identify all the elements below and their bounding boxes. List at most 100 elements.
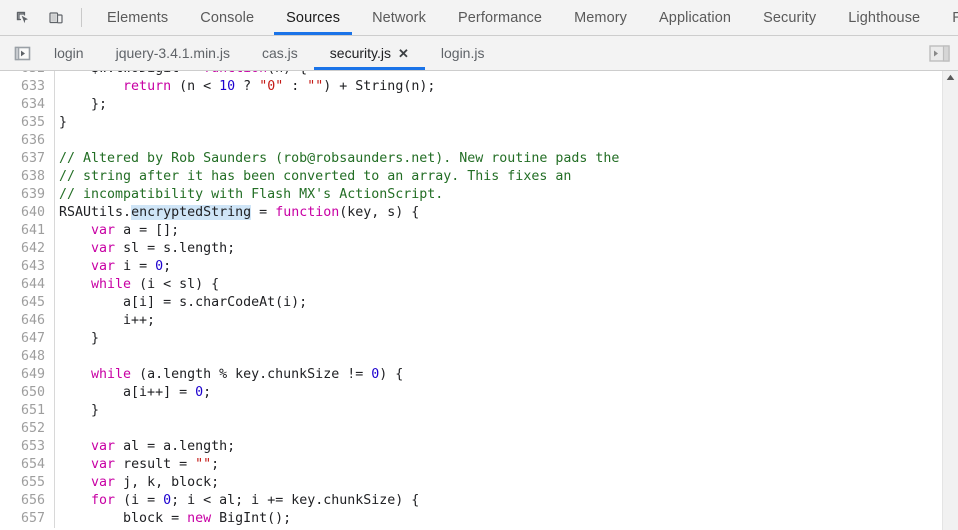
- line-number[interactable]: 636: [0, 132, 55, 150]
- line-text[interactable]: var result = "";: [55, 456, 219, 474]
- line-number[interactable]: 648: [0, 348, 55, 366]
- code-line: 650 a[i++] = 0;: [0, 384, 942, 402]
- line-text[interactable]: a[i++] = 0;: [55, 384, 211, 402]
- line-number[interactable]: 637: [0, 150, 55, 168]
- line-text[interactable]: [55, 348, 59, 366]
- device-toolbar-icon[interactable]: [42, 5, 69, 31]
- line-number[interactable]: 639: [0, 186, 55, 204]
- line-text[interactable]: return (n < 10 ? "0" : "") + String(n);: [55, 78, 435, 96]
- line-number[interactable]: 646: [0, 312, 55, 330]
- line-number[interactable]: 647: [0, 330, 55, 348]
- line-number[interactable]: 652: [0, 420, 55, 438]
- tab-sources[interactable]: Sources: [270, 0, 356, 35]
- line-text[interactable]: [55, 132, 59, 150]
- more-tabs-icon[interactable]: [929, 36, 958, 70]
- selected-token: encryptedString: [131, 205, 252, 220]
- code-token: function: [275, 205, 340, 220]
- tab-performance-label: Performance: [457, 9, 543, 26]
- line-number[interactable]: 632: [0, 71, 55, 78]
- tab-memory[interactable]: Memory: [558, 0, 643, 35]
- line-text[interactable]: [55, 420, 59, 438]
- line-text[interactable]: i++;: [55, 312, 155, 330]
- line-text[interactable]: var a = [];: [55, 222, 179, 240]
- code-token: 0: [155, 259, 164, 274]
- tab-recorder[interactable]: Re: [936, 0, 958, 35]
- code-token: while: [91, 277, 132, 292]
- line-number[interactable]: 642: [0, 240, 55, 258]
- code-line: 648: [0, 348, 942, 366]
- code-line: 644 while (i < sl) {: [0, 276, 942, 294]
- line-number[interactable]: 634: [0, 96, 55, 114]
- tab-application-label: Application: [659, 9, 732, 26]
- file-tab-login-js[interactable]: login.js: [425, 36, 501, 70]
- file-tab-cas-js[interactable]: cas.js: [246, 36, 314, 70]
- line-text[interactable]: var i = 0;: [55, 258, 171, 276]
- line-text[interactable]: var j, k, block;: [55, 474, 219, 492]
- line-text[interactable]: $w.twoDigit = function(n) {: [55, 71, 307, 78]
- line-text[interactable]: var al = a.length;: [55, 438, 235, 456]
- line-number[interactable]: 644: [0, 276, 55, 294]
- line-text[interactable]: }: [55, 402, 99, 420]
- line-text[interactable]: // Altered by Rob Saunders (rob@robsaund…: [55, 150, 619, 168]
- line-text[interactable]: while (i < sl) {: [55, 276, 219, 294]
- code-editor[interactable]: 632 $w.twoDigit = function(n) {633 retur…: [0, 71, 942, 530]
- line-text[interactable]: }: [55, 114, 67, 132]
- code-token: new: [187, 511, 212, 526]
- line-number[interactable]: 645: [0, 294, 55, 312]
- file-tab-security-js[interactable]: security.js ✕: [313, 36, 425, 70]
- code-token: var: [91, 223, 116, 238]
- line-text[interactable]: // string after it has been converted to…: [55, 168, 571, 186]
- code-token: ) {: [379, 367, 404, 382]
- tab-elements[interactable]: Elements: [91, 0, 184, 35]
- line-number[interactable]: 649: [0, 366, 55, 384]
- close-icon[interactable]: ✕: [398, 47, 409, 60]
- line-number[interactable]: 655: [0, 474, 55, 492]
- line-number[interactable]: 640: [0, 204, 55, 222]
- line-number[interactable]: 643: [0, 258, 55, 276]
- file-tab-login[interactable]: login: [38, 36, 100, 70]
- line-text[interactable]: a[i] = s.charCodeAt(i);: [55, 294, 307, 312]
- tab-lighthouse[interactable]: Lighthouse: [832, 0, 936, 35]
- file-tab-jquery[interactable]: jquery-3.4.1.min.js: [100, 36, 246, 70]
- inspect-element-icon[interactable]: [9, 5, 36, 31]
- tab-security[interactable]: Security: [747, 0, 832, 35]
- line-text[interactable]: block = new BigInt();: [55, 510, 291, 528]
- scroll-up-arrow-icon[interactable]: [943, 74, 958, 81]
- line-text[interactable]: var sl = s.length;: [55, 240, 235, 258]
- line-text[interactable]: };: [55, 96, 107, 114]
- line-number[interactable]: 641: [0, 222, 55, 240]
- line-text[interactable]: for (i = 0; i < al; i += key.chunkSize) …: [55, 492, 419, 510]
- line-text[interactable]: while (a.length % key.chunkSize != 0) {: [55, 366, 403, 384]
- code-token: BigInt();: [211, 511, 292, 526]
- code-line: 640 RSAUtils.encryptedString = function(k…: [0, 204, 942, 222]
- line-number[interactable]: 657: [0, 510, 55, 528]
- code-token: result =: [115, 457, 196, 472]
- file-tab-list: login jquery-3.4.1.min.js cas.js securit…: [38, 36, 929, 70]
- line-number[interactable]: 653: [0, 438, 55, 456]
- tab-performance[interactable]: Performance: [442, 0, 558, 35]
- line-number[interactable]: 656: [0, 492, 55, 510]
- line-text[interactable]: RSAUtils.encryptedString = function(key,…: [55, 204, 419, 222]
- code-token: :: [283, 79, 308, 94]
- line-number[interactable]: 633: [0, 78, 55, 96]
- line-number[interactable]: 651: [0, 402, 55, 420]
- line-number[interactable]: 654: [0, 456, 55, 474]
- code-token: }: [59, 331, 100, 346]
- tab-console[interactable]: Console: [184, 0, 270, 35]
- line-number[interactable]: 650: [0, 384, 55, 402]
- editor-vertical-scrollbar[interactable]: [942, 71, 958, 530]
- show-navigator-icon[interactable]: [6, 36, 38, 70]
- line-text[interactable]: // incompatibility with Flash MX's Actio…: [55, 186, 443, 204]
- code-line: 645 a[i] = s.charCodeAt(i);: [0, 294, 942, 312]
- tab-network[interactable]: Network: [356, 0, 442, 35]
- tab-application[interactable]: Application: [643, 0, 747, 35]
- line-number[interactable]: 635: [0, 114, 55, 132]
- code-line: 655 var j, k, block;: [0, 474, 942, 492]
- code-token: (key, s) {: [339, 205, 420, 220]
- source-editor-area: 632 $w.twoDigit = function(n) {633 retur…: [0, 71, 958, 530]
- line-number[interactable]: 638: [0, 168, 55, 186]
- code-line: 632 $w.twoDigit = function(n) {: [0, 71, 942, 78]
- line-text[interactable]: }: [55, 330, 99, 348]
